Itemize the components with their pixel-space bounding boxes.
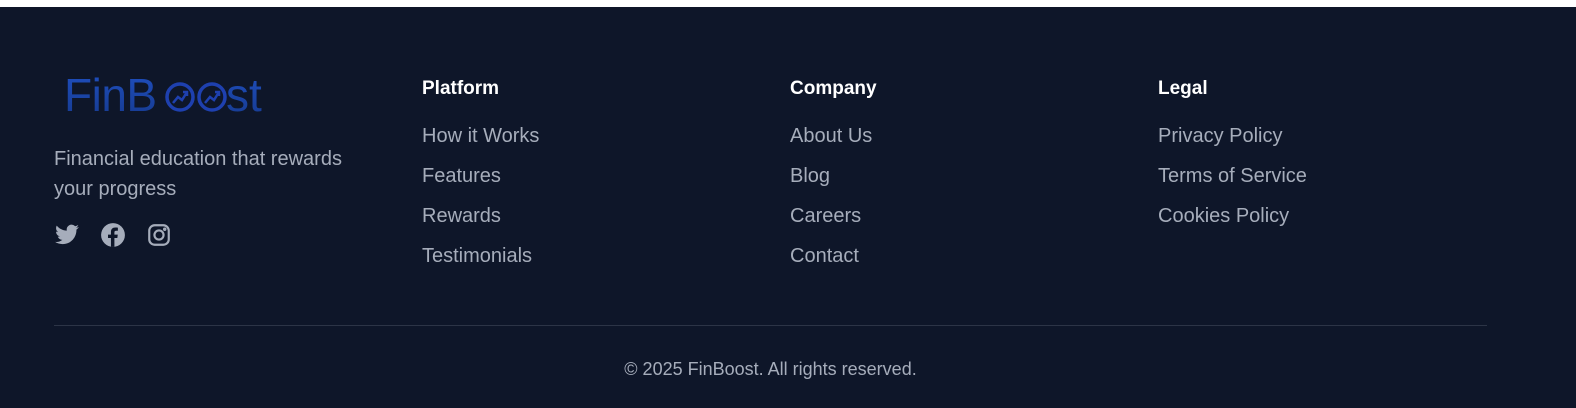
features-link[interactable]: Features (422, 165, 501, 187)
logo-text-st: st (226, 69, 262, 121)
finboost-logo[interactable]: FinB st (62, 65, 282, 121)
logo-growth-o-icon (165, 82, 227, 112)
copyright-text: © 2025 FinBoost. All rights reserved. (624, 359, 917, 379)
legal-column: Legal Privacy Policy Terms of Service Co… (1158, 77, 1307, 236)
contact-link[interactable]: Contact (790, 245, 859, 267)
platform-column: Platform How it Works Features Rewards T… (422, 77, 539, 276)
brand-tagline: Financial education that rewards your pr… (54, 148, 342, 200)
social-links (54, 222, 384, 248)
company-heading: Company (790, 78, 877, 99)
platform-links: How it Works Features Rewards Testimonia… (422, 116, 539, 276)
legal-links: Privacy Policy Terms of Service Cookies … (1158, 116, 1307, 236)
about-us-link[interactable]: About Us (790, 125, 872, 147)
cookies-policy-link[interactable]: Cookies Policy (1158, 205, 1289, 227)
facebook-link[interactable] (100, 222, 126, 248)
careers-link[interactable]: Careers (790, 205, 861, 227)
terms-of-service-link[interactable]: Terms of Service (1158, 165, 1307, 187)
facebook-icon (101, 223, 125, 247)
legal-heading: Legal (1158, 78, 1208, 99)
rewards-link[interactable]: Rewards (422, 205, 501, 227)
privacy-policy-link[interactable]: Privacy Policy (1158, 125, 1282, 147)
company-column: Company About Us Blog Careers Contact (790, 77, 877, 276)
twitter-icon (55, 224, 79, 245)
twitter-link[interactable] (54, 222, 80, 248)
footer-divider (54, 325, 1487, 326)
company-links: About Us Blog Careers Contact (790, 116, 877, 276)
how-it-works-link[interactable]: How it Works (422, 125, 539, 147)
blog-link[interactable]: Blog (790, 165, 830, 187)
site-footer: FinB st Financial education that rewards… (0, 7, 1576, 408)
instagram-link[interactable] (146, 222, 172, 248)
logo-text-fin: FinB (64, 69, 157, 121)
brand-column: FinB st Financial education that rewards… (54, 65, 384, 248)
platform-heading: Platform (422, 78, 500, 99)
instagram-icon (148, 224, 170, 246)
testimonials-link[interactable]: Testimonials (422, 245, 532, 267)
